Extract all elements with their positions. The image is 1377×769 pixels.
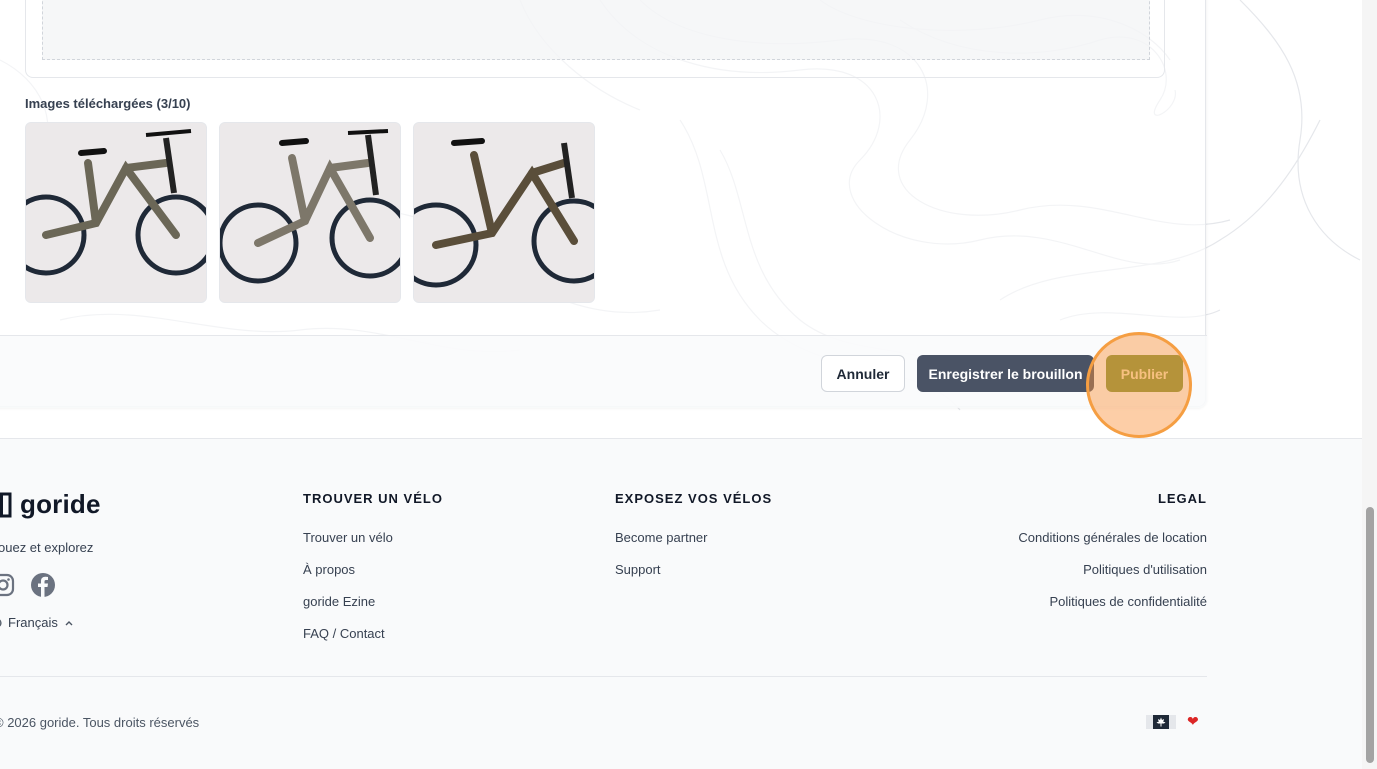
copyright-text: © 2026 goride. Tous droits réservés [0,715,200,730]
language-selector[interactable]: Français [0,615,74,630]
publish-button[interactable]: Publier [1106,355,1183,392]
footer-link-find-bike[interactable]: Trouver un vélo [303,530,393,545]
footer-link-support[interactable]: Support [615,562,661,577]
globe-icon [0,619,2,626]
footer-col-title-legal: LEGAL [1157,491,1207,506]
instagram-icon[interactable] [0,572,16,598]
uploaded-images-heading: Images téléchargées (3/10) [25,96,191,111]
bike-thumbnail-3[interactable] [413,122,595,303]
scrollbar-thumb[interactable] [1366,507,1374,763]
save-draft-button[interactable]: Enregistrer le brouillon [917,355,1094,392]
canada-flag-icon [1146,715,1176,729]
page-scrollbar[interactable] [1362,0,1377,769]
heart-icon: ❤ [1187,713,1199,729]
footer-link-become-partner[interactable]: Become partner [615,530,708,545]
language-label: Français [8,615,58,630]
social-links [0,572,56,598]
bike-photo-3 [414,123,594,302]
brand-name: goride [20,489,101,519]
footer-link-faq[interactable]: FAQ / Contact [303,626,385,641]
footer-link-usage-policy[interactable]: Politiques d'utilisation [1083,562,1207,577]
cancel-button[interactable]: Annuler [821,355,905,392]
footer-col-title-expose: EXPOSEZ VOS VÉLOS [615,491,773,506]
footer-link-about[interactable]: À propos [303,562,355,577]
upload-dropzone-container [25,0,1165,78]
bike-photo-1 [26,123,206,302]
goride-logo-icon [0,492,12,517]
footer-link-privacy-policy[interactable]: Politiques de confidentialité [1049,594,1207,609]
uploaded-images-grid [25,122,595,303]
footer-divider [0,676,1207,677]
bike-photo-2 [220,123,400,302]
listing-form-card: Images téléchargées (3/10) Annuler Enreg… [0,0,1207,408]
chevron-up-icon [65,620,73,625]
footer-logo[interactable]: goride [0,489,101,520]
bike-thumbnail-1[interactable] [25,122,207,303]
form-action-bar: Annuler Enregistrer le brouillon Publier [0,335,1207,408]
footer-tagline: ouez et explorez [0,540,94,555]
facebook-icon[interactable] [30,572,56,598]
upload-dropzone[interactable] [42,0,1150,60]
footer-link-ezine[interactable]: goride Ezine [303,594,375,609]
bike-thumbnail-2[interactable] [219,122,401,303]
footer-link-rental-terms[interactable]: Conditions générales de location [1018,530,1207,545]
footer-col-title-find: TROUVER UN VÉLO [303,491,443,506]
site-footer: goride ouez et explorez Français TROUVER [0,438,1362,769]
